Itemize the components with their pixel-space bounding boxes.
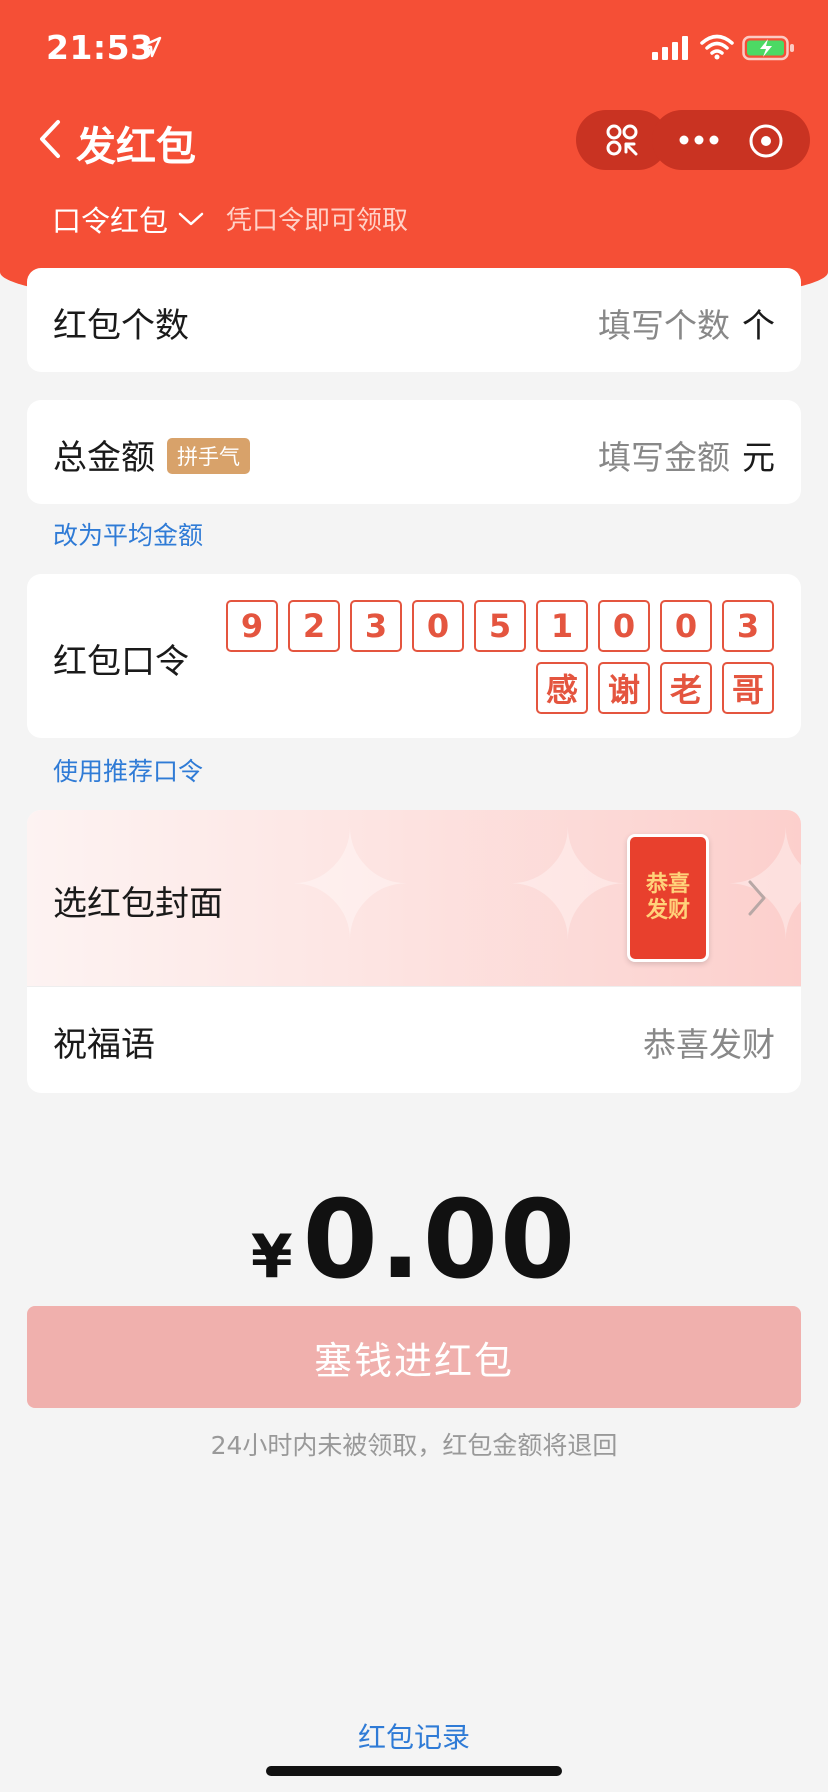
password-char: 哥	[722, 662, 774, 714]
password-code-grid[interactable]: 9 2 3 0 5 1 0 0 3 感 谢 老 哥	[214, 600, 774, 724]
password-char: 1	[536, 600, 588, 652]
amount-input[interactable]: 填写金额	[598, 438, 730, 477]
envelope-type-hint: 凭口令即可领取	[226, 206, 409, 236]
cover-watermark-pattern: ✦ ✦ ✦	[287, 810, 801, 974]
cover-thumb-line1: 恭喜	[645, 872, 690, 897]
greeting-label: 祝福语	[53, 1025, 155, 1065]
status-time: 21:53	[46, 28, 154, 67]
wifi-icon	[700, 34, 734, 60]
password-char: 感	[536, 662, 588, 714]
count-card: 红包个数 填写个数个	[27, 268, 801, 372]
location-arrow-icon	[140, 36, 162, 58]
lucky-badge: 拼手气	[167, 438, 250, 474]
count-label: 红包个数	[53, 306, 189, 346]
currency-symbol: ¥	[250, 1222, 293, 1292]
amount-display: ¥0.00	[0, 1178, 828, 1303]
amount-input-wrapper: 填写金额元	[598, 431, 775, 479]
page-title: 发红包	[76, 124, 196, 170]
records-link[interactable]: 红包记录	[0, 1716, 828, 1756]
cover-thumb-line2: 发财	[645, 898, 690, 923]
greeting-row[interactable]: 祝福语 恭喜发财	[27, 987, 801, 1093]
back-icon[interactable]	[36, 118, 68, 160]
envelope-type-label: 口令红包	[52, 204, 169, 238]
amount-unit: 元	[742, 438, 775, 477]
password-char: 3	[350, 600, 402, 652]
cover-thumbnail: 恭喜 发财	[627, 834, 709, 962]
close-icon[interactable]	[748, 123, 784, 159]
envelope-type-selector[interactable]: 口令红包	[52, 198, 204, 240]
switch-average-link[interactable]: 改为平均金额	[53, 516, 203, 552]
password-char: 0	[660, 600, 712, 652]
password-label: 红包口令	[53, 642, 189, 682]
password-line-2: 感 谢 老 哥	[214, 662, 774, 714]
count-input[interactable]: 填写个数	[598, 306, 730, 345]
password-char: 谢	[598, 662, 650, 714]
cover-greeting-card: ✦ ✦ ✦ 选红包封面 恭喜 发财 祝福语 恭喜发财	[27, 810, 801, 1093]
mini-program-capsule	[652, 110, 810, 170]
cover-row[interactable]: ✦ ✦ ✦ 选红包封面 恭喜 发财	[27, 810, 801, 986]
status-bar: 21:53	[0, 0, 828, 100]
cover-label: 选红包封面	[53, 884, 223, 924]
chevron-down-icon	[178, 212, 204, 226]
scan-icon	[606, 124, 638, 156]
home-indicator	[266, 1766, 562, 1776]
count-unit: 个	[742, 306, 775, 345]
password-line-1: 9 2 3 0 5 1 0 0 3	[214, 600, 774, 652]
greeting-input[interactable]: 恭喜发财	[643, 1018, 775, 1066]
password-char: 老	[660, 662, 712, 714]
password-char: 2	[288, 600, 340, 652]
refund-note: 24小时内未被领取，红包金额将退回	[210, 1431, 618, 1460]
password-char: 3	[722, 600, 774, 652]
password-char: 5	[474, 600, 526, 652]
cellular-signal-icon	[652, 36, 688, 60]
password-char: 9	[226, 600, 278, 652]
more-icon[interactable]	[676, 120, 722, 160]
total-amount-card: 总金额 拼手气 填写金额元	[27, 400, 801, 504]
total-amount-label: 总金额	[53, 438, 155, 478]
amount-value: 0.00	[302, 1178, 578, 1303]
password-card: 红包口令 9 2 3 0 5 1 0 0 3 感 谢 老 哥	[27, 574, 801, 738]
chevron-right-icon	[748, 880, 766, 916]
password-char: 0	[598, 600, 650, 652]
submit-button[interactable]: 塞钱进红包	[27, 1306, 801, 1408]
count-input-wrapper: 填写个数个	[598, 299, 775, 347]
battery-charging-icon	[742, 35, 794, 61]
recommended-password-link[interactable]: 使用推荐口令	[53, 752, 203, 788]
password-char: 0	[412, 600, 464, 652]
